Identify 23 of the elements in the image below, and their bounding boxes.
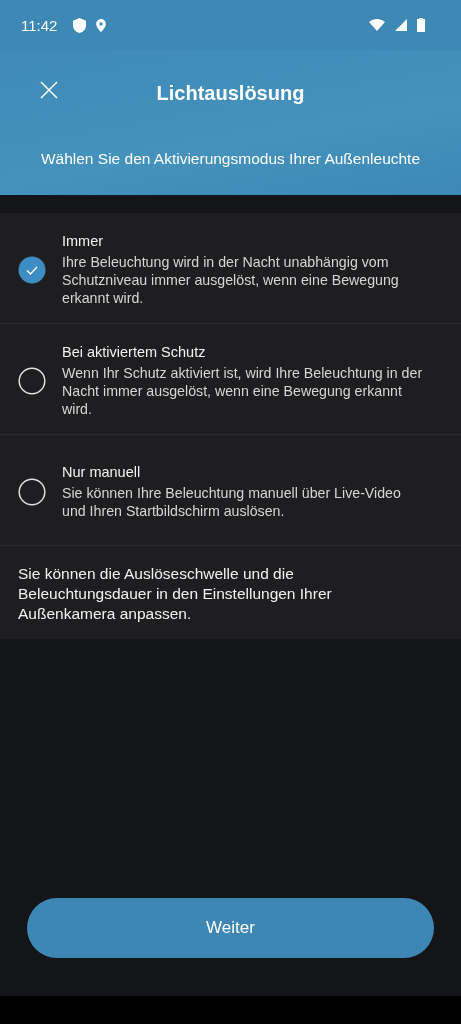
battery-icon	[417, 18, 425, 32]
option-title: Nur manuell	[62, 464, 142, 480]
status-time: 11:42	[21, 16, 58, 34]
wifi-icon	[369, 19, 385, 31]
option-row[interactable]: Bei aktiviertem Schutz Wenn Ihr Schutz aktiviert ist, wird Ihre Beleuchtung in der Nacht immer ausgelöst, wenn eine Bewegung erkannt wird.	[0, 324, 461, 435]
close-icon[interactable]	[40, 81, 58, 99]
checked-radio-icon[interactable]	[18, 256, 46, 284]
shield-icon	[73, 17, 87, 33]
option-title: Bei aktiviertem Schutz	[62, 344, 207, 360]
page-subtitle: Wählen Sie den Aktivierungsmodus Ihrer Außenleuchte	[40, 150, 421, 168]
signal-icon	[395, 19, 407, 31]
option-description: Sie können Ihre Beleuchtung manuell über Live-Video und Ihren Startbildschirm auslösen.	[62, 484, 402, 520]
option-row[interactable]: Nur manuell Sie können Ihre Beleuchtung manuell über Live-Video und Ihren Startbildschirm auslösen.	[0, 435, 461, 546]
location-pin-icon	[96, 18, 107, 32]
radio-icon[interactable]	[18, 478, 46, 506]
option-description: Wenn Ihr Schutz aktiviert ist, wird Ihre Beleuchtung in der Nacht immer ausgelöst, wenn eine Bewegung erkannt wird.	[62, 364, 424, 418]
continue-button[interactable]: Weiter	[27, 898, 434, 958]
info-note: Sie können die Auslöseschwelle und die Beleuchtungsdauer in den Einstellungen Ihrer Außenkamera anpassen.	[17, 564, 333, 624]
option-title: Immer	[62, 233, 105, 249]
radio-icon[interactable]	[18, 367, 46, 395]
page-title: Lichtauslösung	[156, 81, 305, 105]
option-description: Ihre Beleuchtung wird in der Nacht unabhängig vom Schutzniveau immer ausgelöst, wenn eine Bewegung erkannt wird.	[62, 253, 400, 307]
option-row[interactable]: Immer Ihre Beleuchtung wird in der Nacht unabhängig vom Schutzniveau immer ausgelöst, wenn eine Bewegung erkannt wird.	[0, 213, 461, 324]
